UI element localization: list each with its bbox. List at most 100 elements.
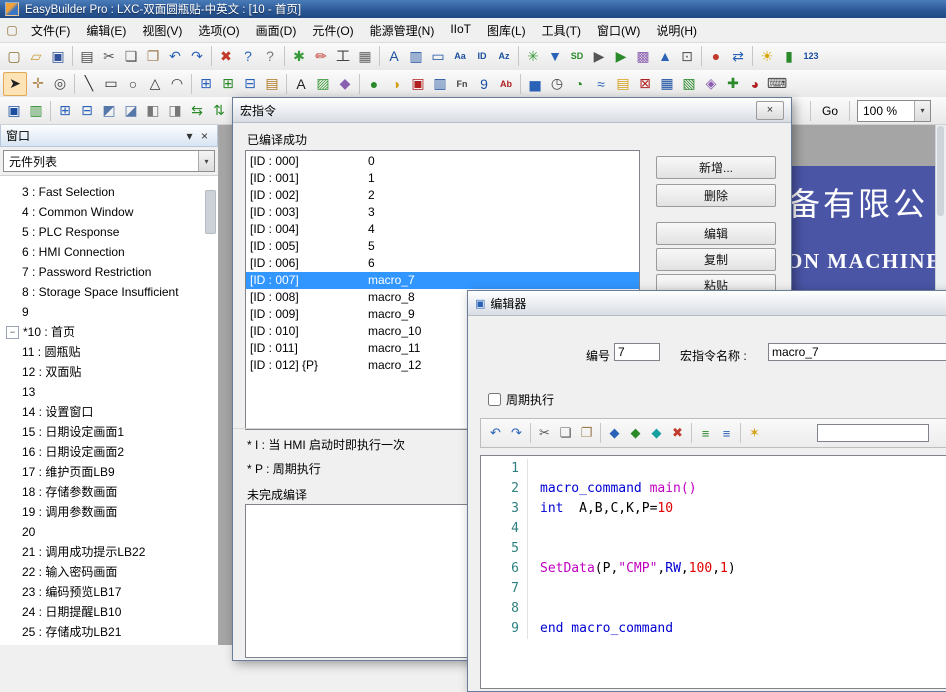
macro-list-item[interactable]: [ID : 005]5 <box>246 238 639 255</box>
tree-item[interactable]: 11 : 圆瓶贴 <box>0 342 218 362</box>
align-right-icon[interactable]: ◨ <box>164 100 186 122</box>
paste-icon[interactable]: ❐ <box>142 45 164 67</box>
send-to-back-icon[interactable]: ◪ <box>120 100 142 122</box>
zoom-level-select[interactable]: 100 % ▾ <box>857 100 931 122</box>
ellipse-tool-icon[interactable]: ○ <box>122 73 144 95</box>
tree-item[interactable]: −*10 : 首页 <box>0 322 218 342</box>
tree-item[interactable]: 22 : 输入密码画面 <box>0 562 218 582</box>
recipe-icon[interactable]: ▤ <box>261 73 283 95</box>
bit-lamp-icon[interactable]: ● <box>363 73 385 95</box>
chevron-down-icon[interactable]: ▾ <box>198 151 214 171</box>
event-display-icon[interactable]: ▧ <box>678 73 700 95</box>
pass-through-icon[interactable]: ⇄ <box>727 45 749 67</box>
tree-item[interactable]: 18 : 存储参数画面 <box>0 482 218 502</box>
tree-item[interactable]: 16 : 日期设定画面2 <box>0 442 218 462</box>
menu-item-4[interactable]: 选项(O) <box>190 18 247 43</box>
ascii-object-icon[interactable]: Ab <box>495 73 517 95</box>
code-line[interactable]: 2macro_command main() <box>481 479 946 499</box>
numeric-object-icon[interactable]: 9 <box>473 73 495 95</box>
code-line[interactable]: 3int A,B,C,K,P=10 <box>481 499 946 519</box>
undo-icon[interactable]: ↶ <box>485 423 506 444</box>
decompile-icon[interactable]: ⊡ <box>676 45 698 67</box>
tip-bulb-icon[interactable]: ☀ <box>756 45 778 67</box>
alarm-display-icon[interactable]: ▦ <box>656 73 678 95</box>
macro-list-item[interactable]: [ID : 001]1 <box>246 170 639 187</box>
address-display-icon[interactable]: Az <box>493 45 515 67</box>
code-line[interactable]: 4 <box>481 519 946 539</box>
tree-item[interactable]: 15 : 日期设定画面1 <box>0 422 218 442</box>
compile-icon[interactable]: ✳ <box>522 45 544 67</box>
prev-bookmark-icon[interactable]: ◆ <box>646 423 667 444</box>
zoom-tool-icon[interactable]: ◎ <box>49 73 71 95</box>
delete-macro-button[interactable]: 删除 <box>656 184 776 207</box>
chevron-down-icon[interactable]: ▾ <box>182 129 197 143</box>
code-editor[interactable]: 12macro_command main()3int A,B,C,K,P=104… <box>480 455 946 689</box>
language-icon[interactable]: ▥ <box>25 100 47 122</box>
xy-plot-icon[interactable]: ✚ <box>722 73 744 95</box>
edit-macro-button[interactable]: 编辑 <box>656 222 776 245</box>
editor-dialog-titlebar[interactable]: ▣ 编辑器 <box>468 291 946 316</box>
indent-icon[interactable]: ≡ <box>695 423 716 444</box>
arc-tool-icon[interactable]: ◠ <box>166 73 188 95</box>
shape-object-icon[interactable]: ◆ <box>334 73 356 95</box>
history-data-icon[interactable]: ▤ <box>612 73 634 95</box>
tree-item[interactable]: 25 : 存储成功LB21 <box>0 622 218 642</box>
save-icon[interactable]: ▣ <box>47 45 69 67</box>
macro-list-item[interactable]: [ID : 002]2 <box>246 187 639 204</box>
system-parameter-icon[interactable]: ▥ <box>405 45 427 67</box>
macro-list-item[interactable]: [ID : 004]4 <box>246 221 639 238</box>
picture-object-icon[interactable]: ▨ <box>312 73 334 95</box>
ruler-icon[interactable]: 工 <box>332 45 354 67</box>
window-copy-icon[interactable]: ▭ <box>427 45 449 67</box>
copy-icon[interactable]: ❏ <box>120 45 142 67</box>
window-object-icon[interactable]: ⊟ <box>239 73 261 95</box>
tree-item[interactable]: 13 <box>0 382 218 402</box>
redo-icon[interactable]: ↷ <box>186 45 208 67</box>
outdent-icon[interactable]: ≡ <box>716 423 737 444</box>
font-icon[interactable]: A <box>383 45 405 67</box>
tree-item[interactable]: 17 : 维护页面LB9 <box>0 462 218 482</box>
tree-item[interactable]: 20 <box>0 522 218 542</box>
tree-item[interactable]: 3 : Fast Selection <box>0 182 218 202</box>
clock-icon[interactable]: ◷ <box>546 73 568 95</box>
tree-item[interactable]: 8 : Storage Space Insufficient <box>0 282 218 302</box>
close-icon[interactable]: × <box>197 129 212 143</box>
tree-item[interactable]: 7 : Password Restriction <box>0 262 218 282</box>
print-icon[interactable]: ▤ <box>76 45 98 67</box>
keyboard-icon[interactable]: ⌨ <box>766 73 788 95</box>
tree-item[interactable]: 6 : HMI Connection <box>0 242 218 262</box>
tree-item[interactable]: 12 : 双面贴 <box>0 362 218 382</box>
find-icon[interactable]: ✶ <box>744 423 765 444</box>
numeric-keypad-icon[interactable]: 123 <box>800 45 822 67</box>
copy-icon[interactable]: ❏ <box>555 423 576 444</box>
download-icon[interactable]: ▼ <box>544 45 566 67</box>
add-macro-button[interactable]: 新增... <box>656 156 776 179</box>
code-line[interactable]: 1 <box>481 459 946 479</box>
chevron-down-icon[interactable]: ▾ <box>914 101 930 121</box>
flip-horizontal-icon[interactable]: ⇆ <box>186 100 208 122</box>
menu-item-5[interactable]: 画面(D) <box>248 18 305 43</box>
window-titlebar[interactable]: EasyBuilder Pro : LXC-双面圆瓶贴-中英文 : [10 - … <box>0 0 946 18</box>
tree-scrollbar[interactable] <box>205 190 216 234</box>
flip-vertical-icon[interactable]: ⇅ <box>208 100 230 122</box>
menu-item-7[interactable]: 能源管理(N) <box>362 18 443 43</box>
next-bookmark-icon[interactable]: ◆ <box>625 423 646 444</box>
offline-simulation-icon[interactable]: ▶ <box>588 45 610 67</box>
scale-icon[interactable]: ⊞ <box>195 73 217 95</box>
toggle-bookmark-icon[interactable]: ◆ <box>604 423 625 444</box>
id-display-icon[interactable]: ID <box>471 45 493 67</box>
online-simulation-icon[interactable]: ▶ <box>610 45 632 67</box>
bar-graph-icon[interactable]: ▅ <box>524 73 546 95</box>
code-line[interactable]: 6SetData(P,"CMP",RW,100,1) <box>481 559 946 579</box>
object-list-dropdown[interactable]: 元件列表 ▾ <box>3 150 215 172</box>
code-line[interactable]: 5 <box>481 539 946 559</box>
tree-item[interactable]: 4 : Common Window <box>0 202 218 222</box>
select-tool-icon[interactable]: ➤ <box>3 72 27 96</box>
grid-icon[interactable]: ▦ <box>354 45 376 67</box>
clear-bookmarks-icon[interactable]: ✖ <box>667 423 688 444</box>
find-input[interactable] <box>817 424 929 442</box>
ungroup-icon[interactable]: ⊟ <box>76 100 98 122</box>
word-lamp-icon[interactable]: ◑ <box>385 73 407 95</box>
macro-list-item[interactable]: [ID : 006]6 <box>246 255 639 272</box>
macro-list-item[interactable]: [ID : 000]0 <box>246 153 639 170</box>
